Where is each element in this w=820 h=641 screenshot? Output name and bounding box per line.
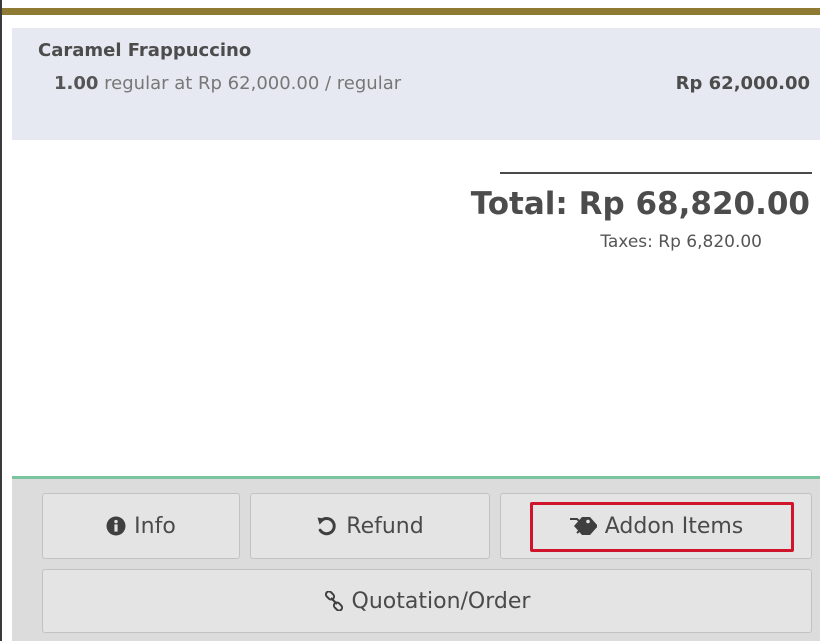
tags-icon <box>569 516 597 536</box>
info-circle-icon <box>106 516 126 536</box>
order-total: Total: Rp 68,820.00 <box>470 186 810 222</box>
link-icon <box>324 591 344 611</box>
addon-items-button-label: Addon Items <box>604 513 744 539</box>
info-button-label: Info <box>134 513 176 539</box>
order-line-info: 1.00 regular at Rp 62,000.00 / regular <box>54 73 401 94</box>
top-accent-bar <box>2 8 820 15</box>
refund-button-label: Refund <box>346 513 424 539</box>
summary-separator <box>500 172 812 174</box>
quotation-order-button[interactable]: Quotation/Order <box>42 569 812 633</box>
order-line-product-name: Caramel Frappuccino <box>38 40 252 61</box>
order-line-quantity: 1.00 <box>54 73 99 94</box>
pos-order-panel: Caramel Frappuccino 1.00 regular at Rp 6… <box>0 0 820 641</box>
order-taxes: Taxes: Rp 6,820.00 <box>600 232 762 252</box>
order-line-unit-info: regular at Rp 62,000.00 / regular <box>104 73 402 94</box>
order-line-price: Rp 62,000.00 <box>675 73 810 94</box>
info-button[interactable]: Info <box>42 493 240 559</box>
refund-button[interactable]: Refund <box>250 493 490 559</box>
order-line-selected[interactable]: Caramel Frappuccino 1.00 regular at Rp 6… <box>12 28 820 140</box>
addon-items-button[interactable]: Addon Items <box>500 493 812 559</box>
undo-icon <box>316 515 338 537</box>
quotation-order-button-label: Quotation/Order <box>351 588 531 614</box>
